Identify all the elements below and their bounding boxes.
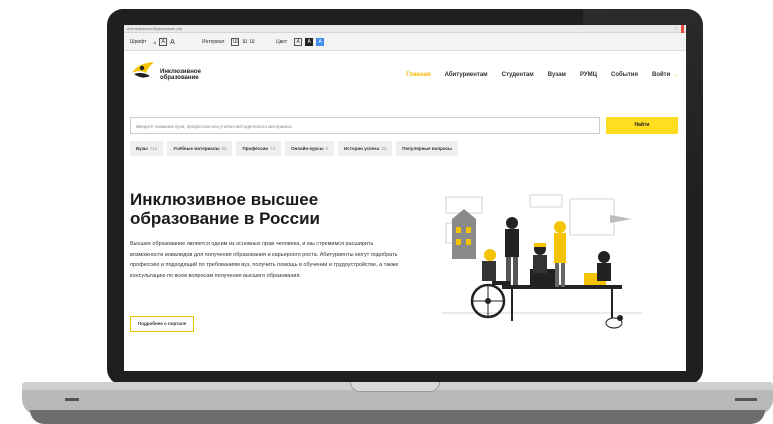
color-group: Цвет A A A	[276, 38, 325, 46]
spacing-2-button[interactable]: Ш	[242, 39, 247, 45]
laptop-port-left	[65, 398, 79, 401]
color-black-button[interactable]: A	[305, 38, 314, 46]
spacing-label: Интервал	[202, 39, 225, 45]
more-about-portal-button[interactable]: Подробнее о портале	[130, 316, 195, 332]
font-medium-button[interactable]: A	[159, 38, 168, 46]
color-label: Цвет	[276, 39, 288, 45]
chip-count: 33	[381, 146, 387, 151]
illustration	[442, 194, 642, 329]
chip-count: 74	[270, 146, 276, 151]
chip-count: 715	[149, 146, 158, 151]
screen: инклюзивноеобразование.рф ☆ Шрифт A A A …	[124, 25, 686, 371]
color-blue-button[interactable]: A	[316, 38, 325, 46]
login-label: Войти	[652, 72, 671, 78]
logo-text[interactable]: Инклюзивное образование	[160, 69, 220, 81]
browser-address-bar[interactable]: инклюзивноеобразование.рф ☆	[124, 25, 686, 33]
browser-menu-button[interactable]	[681, 25, 684, 33]
font-large-button[interactable]: A	[170, 39, 175, 46]
nav-item-events[interactable]: События	[611, 72, 638, 78]
chip-label: Онлайн-курсы	[291, 146, 324, 151]
laptop-notch	[350, 382, 440, 392]
font-size-group: Шрифт A A A	[130, 38, 175, 46]
category-chips: Вузы 715 Учебные материалы 85 Профессии 74 …	[130, 141, 458, 156]
spacing-group: Интервал Ш Ш Ш	[202, 38, 255, 46]
nav-item-applicants[interactable]: Абитуриентам	[445, 72, 488, 78]
accessibility-toolbar: Шрифт A A A Интервал Ш Ш Ш Цвет A A A	[124, 33, 686, 51]
main-nav: Главная Абитуриентам Студентам Вузам РУМ…	[406, 72, 678, 78]
chip-universities[interactable]: Вузы 715	[130, 141, 164, 156]
logo-mark-icon[interactable]	[130, 59, 156, 81]
chip-professions[interactable]: Профессии 74	[236, 141, 282, 156]
laptop-base-bottom	[30, 410, 765, 424]
chip-count: 85	[221, 146, 227, 151]
chip-online-courses[interactable]: Онлайн-курсы 6	[285, 141, 334, 156]
login-arrow-icon: →	[672, 72, 678, 78]
chip-materials[interactable]: Учебные материалы 85	[167, 141, 233, 156]
nav-item-students[interactable]: Студентам	[502, 72, 534, 78]
star-icon[interactable]: ☆	[674, 26, 678, 32]
search-input[interactable]: Введите название вуза, профессии или уче…	[130, 117, 600, 134]
spacing-3-button[interactable]: Ш	[250, 39, 255, 45]
logo-line-2: образование	[160, 75, 199, 81]
search-placeholder: Введите название вуза, профессии или уче…	[136, 124, 294, 129]
color-white-button[interactable]: A	[294, 38, 303, 46]
search-button[interactable]: Найти	[606, 117, 678, 134]
chip-count: 6	[325, 146, 328, 151]
chip-success-stories[interactable]: Истории успеха 33	[337, 141, 393, 156]
laptop-port-right	[735, 398, 757, 401]
chip-label: Учебные материалы	[173, 146, 220, 151]
nav-item-universities[interactable]: Вузам	[548, 72, 566, 78]
login-link[interactable]: Войти →	[652, 72, 678, 78]
font-label: Шрифт	[130, 39, 147, 45]
chip-label: Вузы	[136, 146, 148, 151]
chip-label: Профессии	[242, 146, 269, 151]
font-small-button[interactable]: A	[153, 40, 156, 45]
chip-label: Популярные вопросы	[402, 146, 452, 151]
spacing-1-button[interactable]: Ш	[231, 38, 240, 46]
chip-faq[interactable]: Популярные вопросы	[396, 141, 458, 156]
chip-label: Истории успеха	[343, 146, 380, 151]
nav-item-rumc[interactable]: РУМЦ	[580, 72, 597, 78]
hero-text: Высшее образование является одним из осн…	[130, 241, 399, 279]
nav-item-main[interactable]: Главная	[406, 72, 430, 78]
browser-url: инклюзивноеобразование.рф	[127, 26, 182, 31]
hero-title: Инклюзивное высшее образование в России	[130, 190, 320, 228]
